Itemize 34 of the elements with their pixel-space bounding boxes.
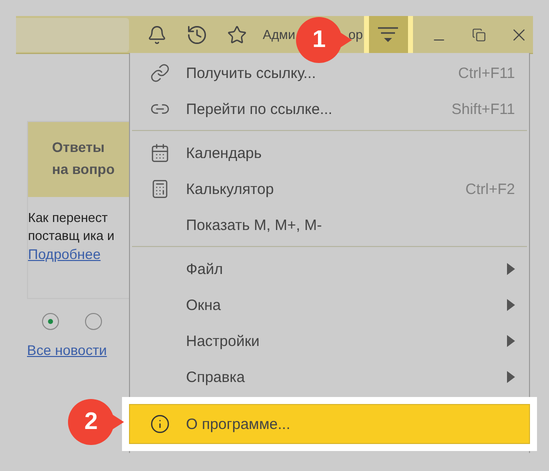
menu-item[interactable]: Окна <box>130 287 529 323</box>
callout-badge: 2 <box>68 399 124 445</box>
shortcut-text: Shift+F11 <box>451 100 515 118</box>
caret-icon <box>507 335 515 347</box>
calculator-icon <box>150 179 170 199</box>
card-heading: Ответы <box>52 138 106 157</box>
all-news-link[interactable]: Все новости <box>27 342 107 358</box>
menu-item[interactable]: Получить ссылку... Ctrl+F11 <box>130 55 529 91</box>
user-name[interactable]: Адми <box>262 27 296 42</box>
menu-item[interactable]: О программе... <box>130 405 529 443</box>
menu-item[interactable]: Настройки <box>130 323 529 359</box>
menu-item[interactable]: Календарь <box>130 135 529 171</box>
caret-icon <box>507 299 515 311</box>
link-icon <box>150 63 170 83</box>
news-text: поставщ ика и <box>28 227 116 245</box>
calendar-icon <box>150 143 170 163</box>
pager-radio[interactable] <box>42 313 59 330</box>
caret-icon <box>507 371 515 383</box>
news-text: Как перенест <box>28 209 109 227</box>
menu-item[interactable]: Справка <box>130 359 529 395</box>
search-field[interactable] <box>16 18 129 52</box>
pager-radio[interactable] <box>85 313 102 330</box>
info-icon <box>150 414 170 434</box>
more-link[interactable]: Подробнее <box>28 245 101 263</box>
menu-item[interactable]: Показать M, M+, M- <box>130 207 529 243</box>
menu-item[interactable]: Файл <box>130 251 529 287</box>
caret-icon <box>507 263 515 275</box>
menu-button[interactable] <box>364 16 414 53</box>
shortcut-text: Ctrl+F11 <box>458 64 515 82</box>
menu-icon <box>377 26 400 42</box>
menu-item[interactable]: Калькулятор Ctrl+F2 <box>130 171 529 207</box>
menu-item[interactable]: Перейти по ссылке... Shift+F11 <box>130 91 529 127</box>
shortcut-text: Ctrl+F2 <box>465 180 515 198</box>
card-heading: на вопро <box>52 160 116 179</box>
